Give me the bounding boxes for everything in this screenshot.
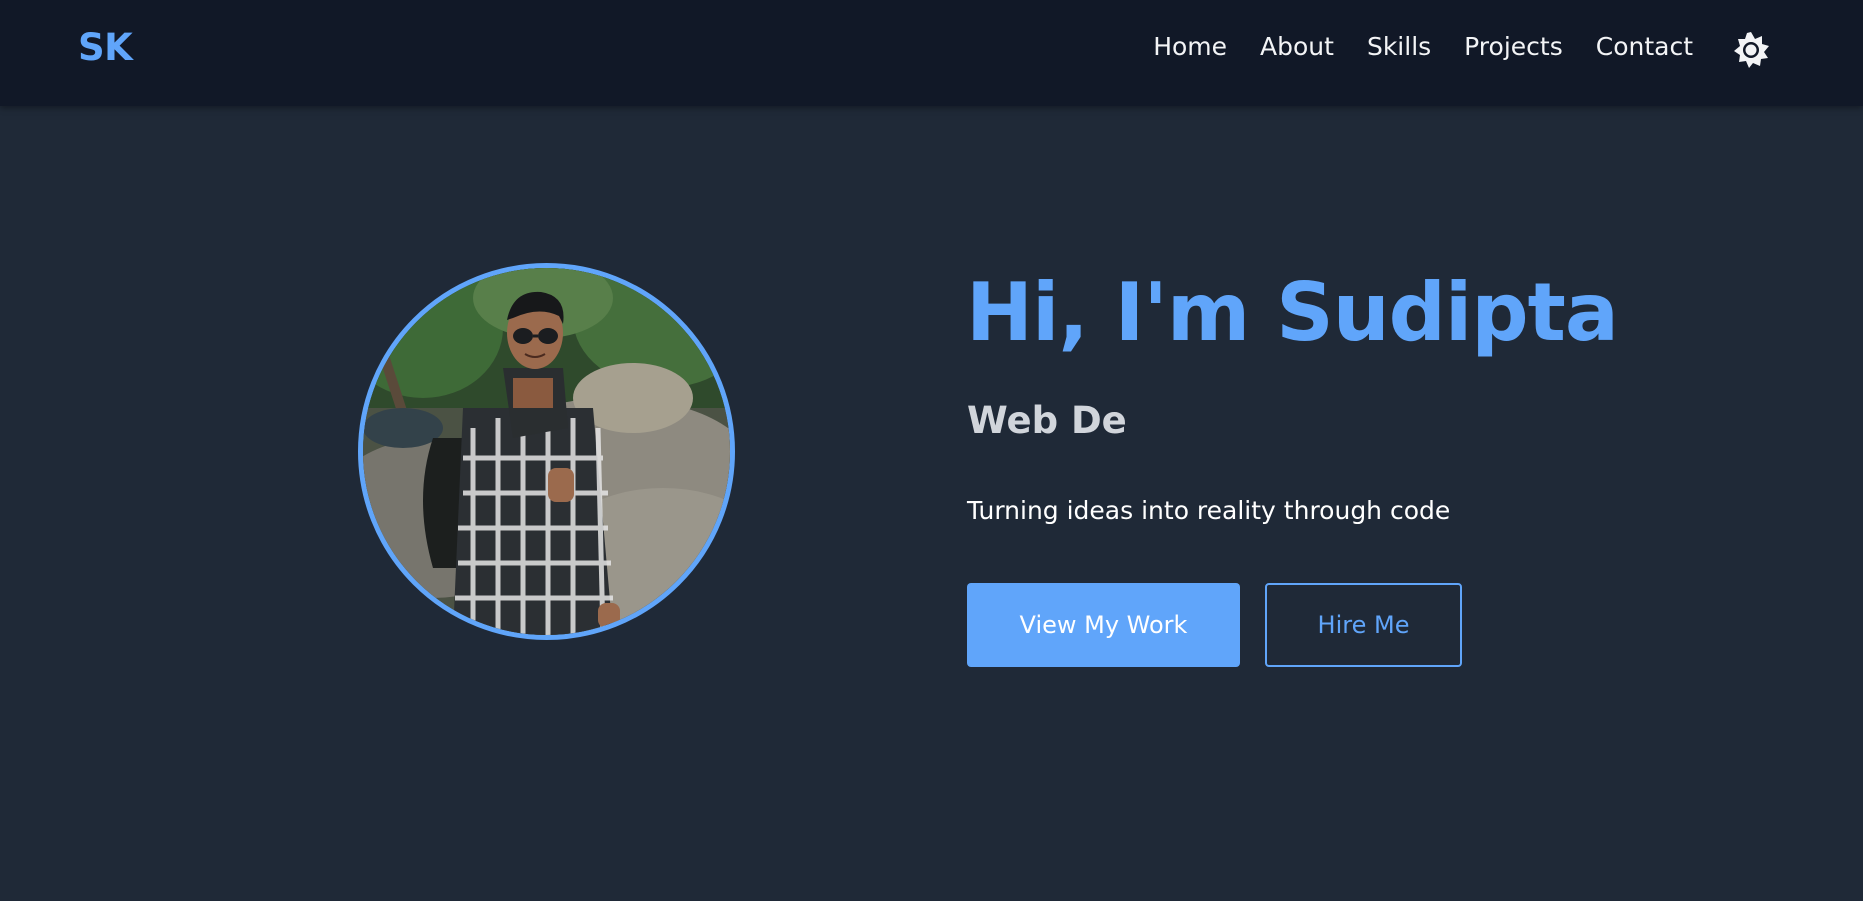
sun-icon: [1734, 32, 1769, 68]
hero-tagline: Turning ideas into reality through code: [967, 496, 1451, 525]
hire-me-button[interactable]: Hire Me: [1265, 583, 1462, 667]
hero-subtitle: Web De: [967, 399, 1127, 442]
nav-link-skills[interactable]: Skills: [1367, 32, 1431, 61]
profile-photo-illustration: [363, 268, 730, 635]
hero-title: Hi, I'm Sudipta: [966, 266, 1619, 359]
nav-link-about[interactable]: About: [1260, 32, 1334, 61]
navbar: SK Home About Skills Projects Contact: [0, 0, 1863, 106]
logo-link[interactable]: SK: [78, 26, 133, 69]
theme-toggle-button[interactable]: [1732, 31, 1770, 69]
hero-section: Hi, I'm Sudipta Web De Turning ideas int…: [0, 106, 1863, 901]
view-my-work-button[interactable]: View My Work: [967, 583, 1240, 667]
nav-link-projects[interactable]: Projects: [1464, 32, 1563, 61]
nav-link-home[interactable]: Home: [1153, 32, 1227, 61]
profile-photo: [358, 263, 735, 640]
nav-link-contact[interactable]: Contact: [1596, 32, 1693, 61]
nav-links: Home About Skills Projects Contact: [1153, 32, 1693, 61]
